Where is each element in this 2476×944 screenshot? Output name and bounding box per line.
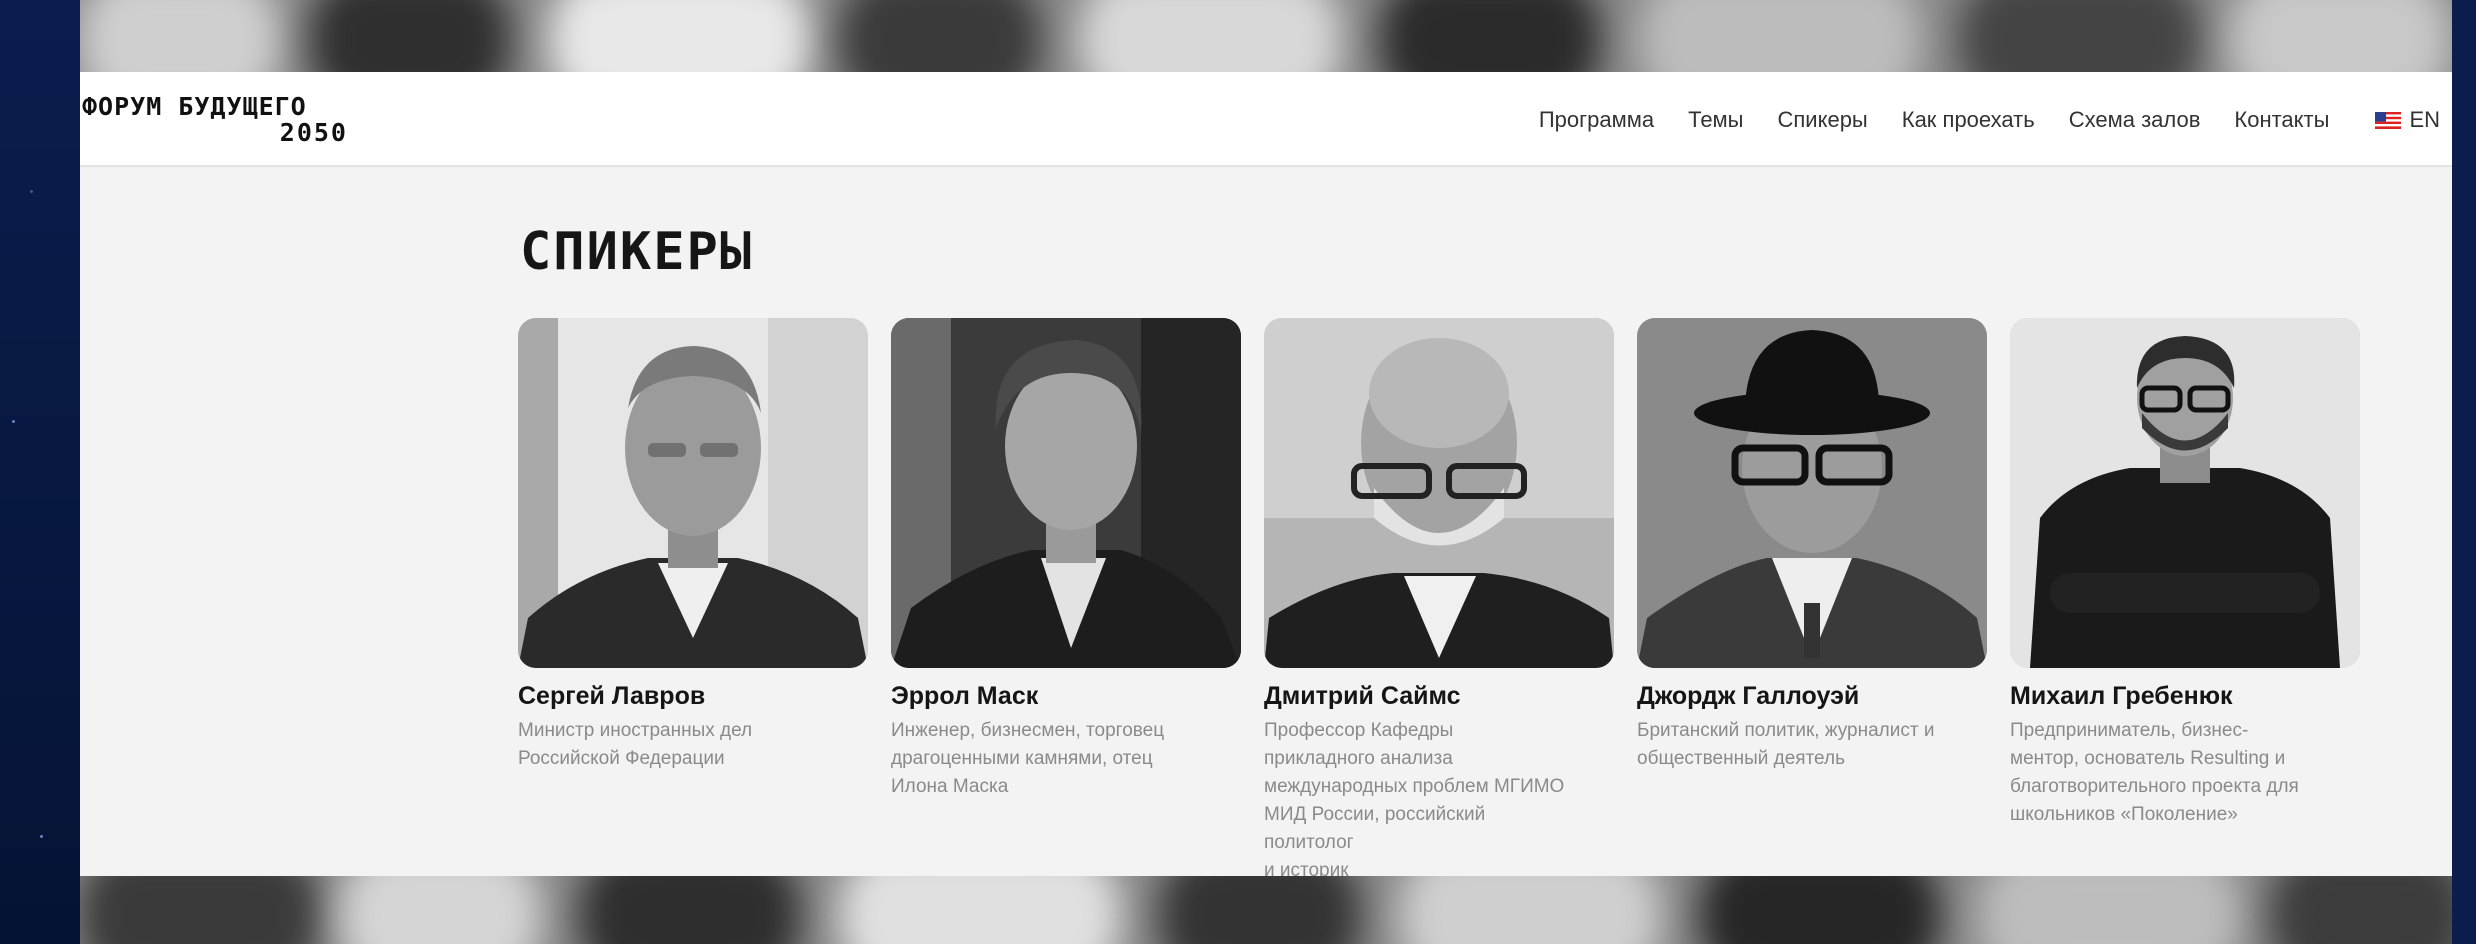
us-flag-icon (2375, 111, 2402, 129)
speaker-description: Профессор Кафедры прикладного анализа ме… (1264, 720, 1565, 876)
language-switch[interactable]: EN (2375, 107, 2440, 133)
nav-speakers[interactable]: Спикеры (1778, 107, 1868, 133)
speaker-card[interactable]: Михаил Гребенюк Предприниматель, бизнес-… (2010, 318, 2360, 829)
speaker-card[interactable]: Дмитрий Саймс Профессор Кафедры прикладн… (1264, 318, 1614, 876)
nav-program[interactable]: Программа (1539, 107, 1654, 133)
speaker-photo (1637, 318, 1987, 668)
speaker-photo (2010, 318, 2360, 668)
nav-hall-map[interactable]: Схема залов (2069, 107, 2201, 133)
speaker-description: Британский политик, журналист и обществе… (1637, 720, 1935, 769)
speaker-card[interactable]: Эррол Маск Инженер, бизнесмен, торговец … (891, 318, 1241, 801)
speaker-name: Эррол Маск (891, 682, 1039, 710)
speaker-name: Дмитрий Саймс (1264, 682, 1461, 710)
speaker-description: Министр иностранных дел Российской Федер… (518, 720, 753, 769)
speaker-photo (891, 318, 1241, 668)
speaker-name: Джордж Галлоуэй (1637, 682, 1860, 710)
speaker-name: Михаил Гребенюк (2010, 682, 2233, 710)
logo-line1: ФОРУМ БУДУЩЕГО (82, 92, 307, 121)
speaker-card[interactable]: Сергей Лавров Министр иностранных дел Ро… (518, 318, 868, 773)
website-panel: ФОРУМ БУДУЩЕГО 2050 Программа Темы Спике… (80, 72, 2452, 876)
speaker-photo (1264, 318, 1614, 668)
blurred-background-top (80, 0, 2452, 72)
speakers-grid: Сергей Лавров Министр иностранных дел Ро… (518, 318, 2452, 876)
forum-logo[interactable]: ФОРУМ БУДУЩЕГО 2050 (82, 92, 352, 148)
blurred-background-bottom (80, 876, 2452, 944)
video-frame-right (2452, 0, 2476, 944)
speaker-card[interactable]: Джордж Галлоуэй Британский политик, журн… (1637, 318, 1987, 773)
nav-contacts[interactable]: Контакты (2234, 107, 2329, 133)
speaker-description: Инженер, бизнесмен, торговец драгоценным… (891, 720, 1165, 797)
speaker-photo (518, 318, 868, 668)
site-header: ФОРУМ БУДУЩЕГО 2050 Программа Темы Спике… (80, 72, 2452, 167)
nav-directions[interactable]: Как проехать (1902, 107, 2035, 133)
main-nav: Программа Темы Спикеры Как проехать Схем… (1539, 102, 2440, 138)
speaker-name: Сергей Лавров (518, 682, 706, 710)
video-frame-left (0, 0, 80, 944)
speaker-description: Предприниматель, бизнес- ментор, основат… (2010, 720, 2299, 825)
section-title: СПИКЕРЫ (520, 222, 754, 282)
language-label: EN (2409, 107, 2440, 132)
nav-topics[interactable]: Темы (1688, 107, 1743, 133)
logo-line2: 2050 (279, 118, 348, 147)
